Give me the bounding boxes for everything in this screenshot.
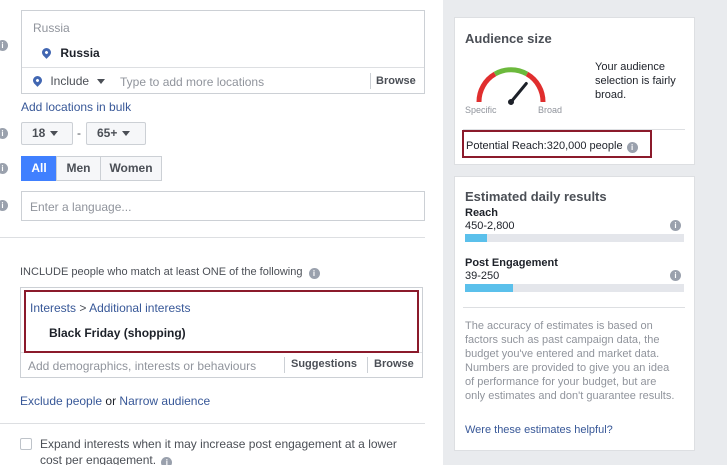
- add-locations-bulk-link[interactable]: Add locations in bulk: [21, 100, 131, 114]
- suggestions-separator: [284, 357, 285, 373]
- detailed-targeting-info-icon[interactable]: i: [308, 268, 320, 279]
- interest-highlight-frame: [24, 290, 419, 353]
- gender-women-button[interactable]: Women: [100, 156, 162, 181]
- location-pin-icon: [40, 46, 53, 59]
- estimates-feedback-link[interactable]: Were these estimates helpful?: [465, 424, 613, 436]
- language-input-placeholder: Enter a language...: [30, 200, 132, 214]
- exclude-people-link[interactable]: Exclude people: [20, 394, 102, 408]
- reach-value: 450-2,800: [465, 220, 515, 232]
- age-max-dropdown[interactable]: 65+: [86, 122, 146, 145]
- engagement-info-icon[interactable]: i: [670, 270, 681, 281]
- targeting-search-input[interactable]: Add demographics, interests or behaviour…: [28, 359, 256, 373]
- locations-info-icon[interactable]: i: [0, 40, 8, 51]
- audience-gauge: [476, 67, 546, 105]
- expand-interests-label: Expand interests when it may increase po…: [40, 436, 420, 465]
- estimated-title: Estimated daily results: [465, 189, 607, 204]
- narrow-audience-link[interactable]: Narrow audience: [119, 394, 210, 408]
- gender-men-button[interactable]: Men: [56, 156, 101, 181]
- gauge-label-specific: Specific: [465, 105, 497, 115]
- languages-info-icon[interactable]: i: [0, 200, 8, 211]
- chevron-down-icon: [50, 131, 59, 137]
- suggestions-button[interactable]: Suggestions: [291, 358, 357, 370]
- locations-divider: [22, 67, 424, 68]
- section-divider: [0, 423, 425, 424]
- engagement-value: 39-250: [465, 270, 500, 282]
- age-min-dropdown[interactable]: 18: [21, 122, 73, 145]
- chevron-down-icon: [122, 131, 131, 137]
- age-separator: -: [77, 126, 81, 140]
- expand-info-icon[interactable]: i: [161, 457, 173, 465]
- gauge-needle: [508, 82, 528, 105]
- language-input[interactable]: Enter a language...: [21, 191, 425, 221]
- audience-description: Your audience selection is fairly broad.: [595, 61, 676, 101]
- potential-reach-highlight-frame: [462, 130, 652, 158]
- chevron-down-icon: [97, 79, 106, 85]
- locations-browse-button[interactable]: Browse: [376, 75, 416, 87]
- browse-separator: [367, 357, 368, 373]
- engagement-bar-fill: [465, 284, 514, 292]
- exclude-narrow-row: Exclude people or Narrow audience: [20, 394, 211, 408]
- detailed-targeting-heading: INCLUDE people who match at least ONE of…: [20, 266, 320, 279]
- estimates-disclaimer: The accuracy of estimates is based on fa…: [465, 320, 675, 402]
- locations-box: Russia Russia Include Type to add more l…: [21, 10, 425, 94]
- reach-bar: [465, 234, 684, 242]
- gender-all-button[interactable]: All: [21, 156, 57, 181]
- include-dropdown[interactable]: Include: [31, 74, 106, 88]
- age-info-icon[interactable]: i: [0, 128, 8, 139]
- selected-location: Russia: [40, 46, 100, 60]
- reach-bar-fill: [465, 234, 487, 242]
- estimated-results-card: Estimated daily results Reach 450-2,800 …: [454, 176, 695, 451]
- estimated-divider: [463, 307, 685, 308]
- targeting-browse-button[interactable]: Browse: [374, 358, 414, 370]
- engagement-label: Post Engagement: [465, 257, 558, 269]
- audience-size-title: Audience size: [465, 31, 552, 46]
- reach-label: Reach: [465, 207, 499, 219]
- gauge-label-broad: Broad: [538, 105, 563, 115]
- browse-separator: [370, 73, 371, 89]
- expand-interests-checkbox[interactable]: [20, 438, 32, 450]
- locations-header: Russia: [33, 21, 70, 35]
- section-divider: [0, 237, 425, 238]
- reach-info-icon[interactable]: i: [670, 220, 681, 231]
- engagement-bar: [465, 284, 684, 292]
- gender-info-icon[interactable]: i: [0, 163, 8, 174]
- location-pin-icon: [31, 74, 44, 87]
- location-search-input[interactable]: Type to add more locations: [120, 75, 264, 89]
